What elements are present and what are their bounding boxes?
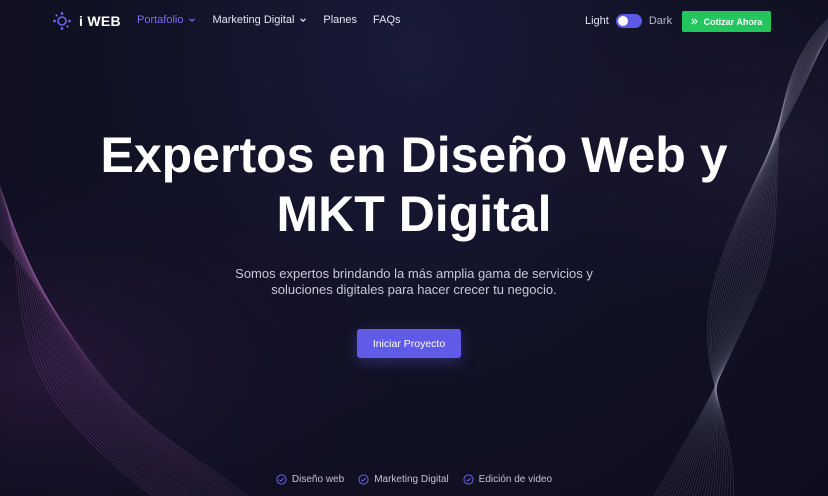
hero-title-line-1: Expertos en Diseño Web y — [100, 127, 728, 183]
wave-line — [697, 34, 828, 496]
wave-line — [686, 30, 828, 496]
feature-item-diseno-web: Diseño web — [276, 474, 344, 485]
wave-line — [700, 34, 828, 496]
nav-item-marketing-digital[interactable]: Marketing Digital — [212, 14, 307, 26]
wave-line — [689, 31, 828, 496]
theme-dark-label: Dark — [648, 15, 673, 27]
wave-line — [0, 237, 248, 496]
hero-subtitle: Somos expertos brindando la más amplia g… — [0, 266, 828, 298]
wave-line — [703, 35, 828, 496]
theme-toggle: Light Dark — [585, 14, 672, 28]
wave-line — [0, 225, 229, 496]
feature-list: Diseño web Marketing Digital Edición de … — [0, 474, 828, 485]
wave-line — [0, 232, 241, 496]
wave-line — [692, 32, 828, 496]
cta-label: Cotizar Ahora — [703, 16, 763, 27]
background-wave-lines — [0, 0, 828, 496]
wave-line — [653, 18, 828, 496]
wave-line — [665, 23, 828, 496]
hero-subtitle-line-1: Somos expertos brindando la más amplia g… — [235, 266, 593, 281]
wave-line — [671, 25, 828, 496]
iniciar-proyecto-button[interactable]: Iniciar Proyecto — [357, 329, 461, 358]
chevron-down-icon — [189, 18, 196, 23]
feature-label: Marketing Digital — [374, 474, 449, 485]
wave-line — [662, 22, 828, 496]
hero-title: Expertos en Diseño Web y MKT Digital — [0, 126, 828, 244]
feature-item-edicion-de-video: Edición de video — [463, 474, 552, 485]
wave-line — [694, 33, 828, 496]
main-menu: Portafolio Marketing Digital Planes FAQs — [137, 14, 417, 26]
wave-line — [659, 20, 828, 496]
wave-line — [680, 28, 828, 496]
cotizar-ahora-button[interactable]: Cotizar Ahora — [682, 11, 771, 32]
wave-line — [0, 229, 237, 496]
double-chevron-right-icon — [690, 18, 698, 25]
logo-text: i WEB — [79, 13, 121, 29]
feature-item-marketing-digital: Marketing Digital — [358, 474, 449, 485]
check-circle-icon — [358, 474, 369, 485]
check-circle-icon — [463, 474, 474, 485]
switch-knob — [617, 16, 628, 26]
brand-logo[interactable]: i WEB — [52, 11, 121, 31]
nav-item-label: Planes — [323, 14, 358, 26]
wave-line — [0, 234, 244, 496]
nav-item-faqs[interactable]: FAQs — [373, 14, 401, 26]
top-navbar: i WEB Portafolio Marketing Digital Plane… — [0, 0, 828, 44]
nav-item-label: FAQs — [373, 14, 401, 26]
wave-line — [0, 227, 233, 496]
wave-line — [674, 26, 828, 496]
nav-item-label: Marketing Digital — [212, 14, 295, 26]
chevron-down-icon — [300, 18, 307, 23]
start-button-label: Iniciar Proyecto — [372, 337, 446, 350]
wave-line — [677, 27, 828, 496]
nav-item-planes[interactable]: Planes — [323, 14, 357, 26]
wave-line — [656, 19, 828, 496]
hero-subtitle-line-2: soluciones digitales para hacer crecer t… — [271, 282, 557, 297]
check-circle-icon — [276, 474, 287, 485]
theme-switch[interactable] — [615, 14, 642, 28]
wave-line — [683, 29, 828, 496]
logo-mark-icon — [53, 12, 71, 30]
feature-label: Edición de video — [478, 474, 553, 485]
theme-light-label: Light — [585, 15, 609, 27]
nav-item-label: Portafolio — [137, 14, 184, 26]
wave-line — [668, 24, 828, 496]
nav-item-portafolio[interactable]: Portafolio — [137, 14, 196, 26]
feature-label: Diseño web — [291, 474, 345, 485]
hero-title-line-2: MKT Digital — [276, 186, 552, 242]
